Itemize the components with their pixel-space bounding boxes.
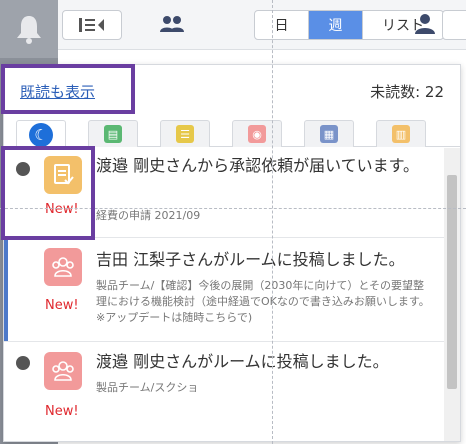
notification-subtitle: 経費の申請 2021/09 [96,209,201,222]
tab-todo[interactable]: ☰ [160,120,210,147]
bell-icon [17,16,41,44]
approval-icon: ▥ [392,125,410,143]
group-icon[interactable] [158,12,186,40]
room-icon [44,248,82,286]
new-badge: New! [45,298,79,313]
notification-title: 渡邉 剛史さんから承認依頼が届いています。 [96,156,420,175]
collapse-menu-icon [79,18,104,32]
report-icon: ▤ [104,125,122,143]
room-icon [44,352,82,390]
view-day-button[interactable]: 日 [255,11,309,39]
panel-header: 既読も表示 未読数: 22 [4,65,460,117]
list-item[interactable]: New! 渡邉 剛史さんがルームに投稿しました。 製品チーム/スクショ [4,342,444,441]
notification-title: 渡邉 剛史さんがルームに投稿しました。 [96,352,389,371]
top-toolbar: 日 週 リスト [58,0,466,50]
scrollbar-thumb[interactable] [447,175,457,389]
approval-icon [44,156,82,194]
new-badge: New! [45,202,79,217]
unread-count: 未読数: 22 [370,83,444,101]
notification-panel: 既読も表示 未読数: 22 ☾ ▤ ☰ ◉ ▦ ▥ New! 渡邉 剛史さんから… [3,64,461,442]
tab-all[interactable]: ☾ [16,120,66,148]
list-item[interactable]: New! 渡邉 剛史さんから承認依頼が届いています。 経費の申請 2021/09 [4,148,444,238]
more-button[interactable] [442,10,466,40]
calendar-icon: ▦ [320,125,338,143]
show-read-link[interactable]: 既読も表示 [20,81,95,102]
notification-bell-button[interactable] [0,0,58,58]
notification-tabs: ☾ ▤ ☰ ◉ ▦ ▥ [4,117,460,148]
sidebar-toggle-button[interactable] [62,10,122,40]
list-item[interactable]: New! 吉田 江梨子さんがルームに投稿しました。 製品チーム/【確認】今後の展… [4,238,444,342]
notification-subtitle: 製品チーム/スクショ [96,381,199,394]
new-badge: New! [45,404,79,419]
todo-icon: ☰ [176,125,194,143]
tab-room[interactable]: ◉ [232,120,282,147]
tab-approval[interactable]: ▥ [376,120,426,147]
unread-dot[interactable] [16,162,30,176]
tab-report[interactable]: ▤ [88,120,138,147]
tab-schedule[interactable]: ▦ [304,120,354,147]
room-icon: ◉ [248,125,266,143]
notification-list: New! 渡邉 剛史さんから承認依頼が届いています。 経費の申請 2021/09… [4,148,444,441]
notification-subtitle: 製品チーム/【確認】今後の展開（2030年に向けて）とその要望整理における機能検… [96,279,430,324]
notification-title: 吉田 江梨子さんがルームに投稿しました。 [96,250,405,269]
unread-dot[interactable] [16,356,30,370]
user-icon[interactable] [414,12,436,40]
item-accent [4,238,8,341]
view-week-button[interactable]: 週 [309,11,363,39]
moon-icon: ☾ [29,122,53,147]
